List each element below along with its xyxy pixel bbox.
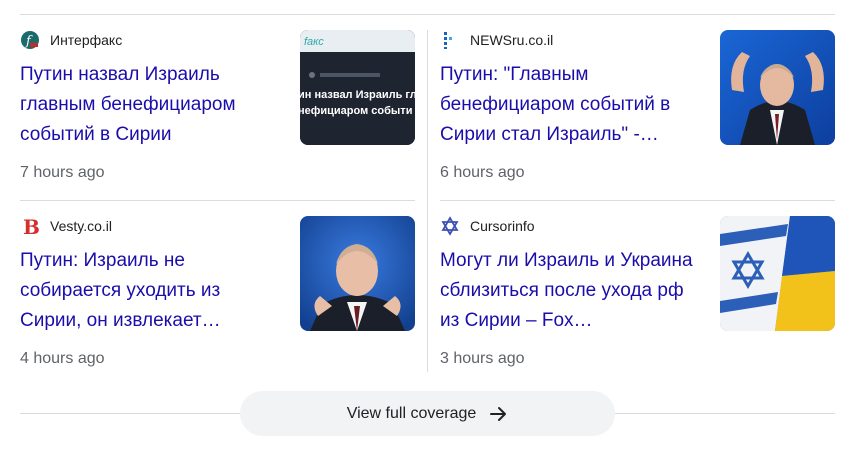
source-name: Vesty.co.il bbox=[50, 218, 112, 234]
news-card[interactable]: B Vesty.co.il Путин: Израиль не собирает… bbox=[20, 216, 415, 386]
top-divider bbox=[20, 14, 835, 15]
svg-text:нефициаром событи: нефициаром событи bbox=[300, 105, 412, 117]
arrow-right-icon bbox=[488, 404, 508, 424]
cursorinfo-star-icon bbox=[440, 216, 460, 236]
svg-text:ин назвал Израиль гл: ин назвал Израиль гл bbox=[300, 89, 415, 101]
news-source: Cursorinfo bbox=[440, 216, 535, 236]
newsru-logo-icon bbox=[440, 30, 460, 50]
view-full-coverage-button[interactable]: View full coverage bbox=[240, 391, 615, 436]
vesty-logo-icon: B bbox=[20, 216, 40, 236]
news-card[interactable]: NEWSru.co.il Путин: "Главным бенефициаро… bbox=[440, 30, 835, 200]
news-card[interactable]: Cursorinfo Могут ли Израиль и Украина сб… bbox=[440, 216, 835, 386]
article-title-link[interactable]: Путин: "Главным бенефициаром событий в С… bbox=[440, 60, 702, 150]
article-time: 3 hours ago bbox=[440, 350, 525, 367]
article-title-link[interactable]: Путин: Израиль не собирается уходить из … bbox=[20, 246, 282, 336]
article-time: 4 hours ago bbox=[20, 350, 105, 367]
article-title-link[interactable]: Путин назвал Израиль главным бенефициаро… bbox=[20, 60, 282, 150]
article-title-link[interactable]: Могут ли Израиль и Украина сблизиться по… bbox=[440, 246, 702, 336]
article-thumbnail[interactable] bbox=[720, 30, 835, 145]
source-name: Интерфакс bbox=[50, 32, 123, 48]
article-thumbnail[interactable] bbox=[720, 216, 835, 331]
news-source: B Vesty.co.il bbox=[20, 216, 112, 236]
article-thumbnail[interactable]: fакс ин назвал Израиль гл нефициаром соб… bbox=[300, 30, 415, 145]
svg-text:B: B bbox=[23, 216, 40, 236]
interfax-logo-icon: f bbox=[20, 30, 40, 50]
column-divider bbox=[427, 30, 428, 372]
article-time: 7 hours ago bbox=[20, 164, 105, 181]
news-source: f Интерфакс bbox=[20, 30, 122, 50]
source-name: Cursorinfo bbox=[470, 218, 535, 234]
news-source: NEWSru.co.il bbox=[440, 30, 553, 50]
row-divider-left bbox=[20, 200, 415, 201]
view-full-coverage-label: View full coverage bbox=[346, 404, 477, 422]
svg-text:fакс: fакс bbox=[304, 36, 324, 48]
row-divider-right bbox=[440, 200, 835, 201]
news-card[interactable]: f Интерфакс Путин назвал Израиль главным… bbox=[20, 30, 415, 200]
source-name: NEWSru.co.il bbox=[470, 32, 554, 48]
article-thumbnail[interactable] bbox=[300, 216, 415, 331]
article-time: 6 hours ago bbox=[440, 164, 525, 181]
